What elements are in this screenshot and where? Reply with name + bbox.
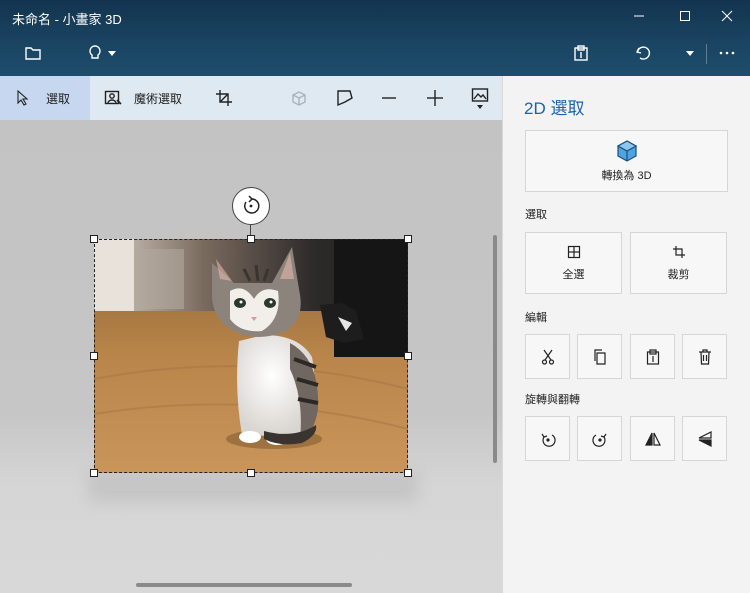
- crop-label: 裁剪: [667, 268, 690, 281]
- crop-icon: [672, 245, 685, 258]
- resize-handle-top-left[interactable]: [90, 235, 98, 243]
- clipboard-icon: [646, 348, 659, 365]
- window-title: 未命名 - 小畫家 3D: [12, 12, 122, 27]
- minimize-button[interactable]: [616, 0, 662, 32]
- panel-title: 2D 選取: [524, 99, 585, 118]
- rotate-icon: [244, 195, 260, 214]
- 3d-shapes-tool[interactable]: [290, 76, 312, 120]
- select-all-label: 全選: [562, 268, 585, 281]
- resize-handle-bottom-right[interactable]: [404, 469, 412, 477]
- rotate-section-label: 旋轉與翻轉: [525, 394, 580, 406]
- image-options-dropdown[interactable]: [470, 76, 490, 120]
- more-icon: [719, 51, 735, 55]
- undo-button[interactable]: [626, 36, 660, 70]
- rotate-right-button[interactable]: [577, 416, 622, 461]
- resize-handle-top-right[interactable]: [404, 235, 412, 243]
- add-tool[interactable]: [426, 76, 448, 120]
- scissors-icon: [541, 349, 554, 365]
- line-tool[interactable]: [380, 76, 402, 120]
- selection-toolbar: 選取 魔術選取: [0, 76, 502, 120]
- copy-button[interactable]: [577, 334, 622, 379]
- crop-tool[interactable]: [215, 76, 237, 120]
- flip-vertical-button[interactable]: [682, 416, 727, 461]
- flip-vertical-icon: [698, 430, 712, 447]
- cube-icon: [616, 140, 637, 162]
- folder-icon: [25, 47, 41, 60]
- title-bar: 未命名 - 小畫家 3D: [0, 0, 750, 76]
- resize-handle-right[interactable]: [404, 352, 412, 360]
- resize-handle-bottom[interactable]: [247, 469, 255, 477]
- delete-button[interactable]: [682, 334, 727, 379]
- crop-icon: [216, 90, 232, 106]
- edit-section-label: 編輯: [525, 312, 547, 324]
- cut-button[interactable]: [525, 334, 570, 379]
- rotate-left-icon: [541, 433, 556, 447]
- clipboard-icon: [574, 45, 588, 61]
- flip-horizontal-icon: [644, 432, 661, 446]
- chevron-down-icon: [686, 51, 694, 56]
- 3d-objects-icon: [292, 91, 306, 106]
- appbar-divider: [706, 44, 707, 64]
- freeform-icon: [337, 90, 353, 107]
- convert-to-3d-button[interactable]: 轉換為 3D: [525, 130, 728, 192]
- magic-select-label: 魔術選取: [134, 91, 183, 106]
- cursor-icon: [17, 90, 29, 106]
- maximize-icon: [680, 11, 690, 21]
- copy-icon: [593, 348, 606, 365]
- horizontal-scrollbar[interactable]: [136, 583, 352, 587]
- image-icon: [471, 87, 489, 102]
- brushes-dropdown[interactable]: [82, 36, 122, 70]
- select-all-button[interactable]: 全選: [525, 232, 622, 294]
- select-section-label: 選取: [525, 209, 547, 221]
- rotate-handle[interactable]: [232, 187, 270, 225]
- rotate-right-icon: [591, 433, 606, 447]
- chevron-down-icon: [108, 51, 116, 56]
- close-icon: [721, 10, 733, 22]
- maximize-button[interactable]: [662, 0, 708, 32]
- minimize-icon: [634, 15, 644, 17]
- rotate-left-button[interactable]: [525, 416, 570, 461]
- selection-border: [94, 239, 408, 473]
- magic-select-tool[interactable]: 魔術選取: [104, 76, 190, 120]
- vertical-scrollbar[interactable]: [493, 235, 497, 463]
- magic-select-icon: [104, 90, 122, 105]
- more-button[interactable]: [710, 36, 744, 70]
- select-tool[interactable]: 選取: [0, 76, 90, 120]
- paste-button[interactable]: [564, 36, 598, 70]
- select-tool-label: 選取: [46, 91, 71, 106]
- flip-horizontal-button[interactable]: [630, 416, 675, 461]
- line-icon: [382, 97, 396, 99]
- crop-button[interactable]: 裁剪: [630, 232, 727, 294]
- undo-icon: [635, 46, 651, 60]
- convert-to-3d-label: 轉換為 3D: [601, 170, 652, 182]
- lightbulb-icon: [89, 45, 101, 59]
- trash-icon: [698, 348, 711, 365]
- history-dropdown[interactable]: [676, 36, 704, 70]
- canvas[interactable]: [0, 120, 502, 593]
- paste-button[interactable]: [630, 334, 675, 379]
- side-panel: 2D 選取 轉換為 3D 選取 全選 裁剪 編輯 旋轉與翻轉: [502, 76, 750, 593]
- menu-button[interactable]: [14, 36, 52, 70]
- close-button[interactable]: [704, 0, 750, 32]
- freeform-select-tool[interactable]: [336, 76, 358, 120]
- resize-handle-left[interactable]: [90, 352, 98, 360]
- resize-handle-bottom-left[interactable]: [90, 469, 98, 477]
- select-all-icon: [567, 245, 580, 258]
- resize-handle-top[interactable]: [247, 235, 255, 243]
- plus-icon: [427, 90, 443, 106]
- chevron-down-icon: [477, 104, 483, 109]
